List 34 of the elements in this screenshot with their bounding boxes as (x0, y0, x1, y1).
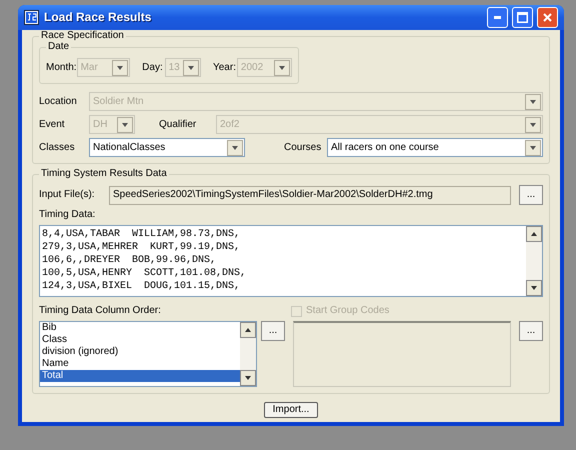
start-group-codes-label: Start Group Codes (306, 305, 390, 317)
field-label: Day: (142, 62, 164, 74)
list-item[interactable]: Total (40, 370, 240, 382)
app-icon (24, 10, 39, 25)
close-icon (543, 13, 552, 22)
browse-button[interactable]: ... (519, 185, 543, 205)
minimize-icon (494, 16, 501, 19)
classes-dropdown[interactable]: NationalClasses (89, 138, 245, 157)
field-label: Input File(s): (39, 189, 96, 201)
list-item[interactable]: Class (40, 334, 240, 346)
list-item[interactable]: Bib (40, 322, 240, 334)
field-label: Location (39, 96, 78, 108)
column-order-button[interactable]: ... (261, 321, 285, 341)
field-label: Year: (212, 62, 237, 74)
scrollbar[interactable] (240, 322, 256, 386)
field-label: Classes (39, 142, 76, 154)
field-label: Month: (46, 62, 77, 74)
list-item[interactable]: division (ignored) (40, 346, 240, 358)
window-title: Load Race Results (44, 10, 152, 25)
timing-data-label: Timing Data: (39, 209, 96, 221)
courses-dropdown[interactable]: All racers on one course (327, 138, 543, 157)
maximize-icon (517, 12, 528, 23)
list-item[interactable]: Name (40, 358, 240, 370)
maximize-button[interactable] (512, 7, 533, 28)
field-label: Qualifier (159, 118, 198, 130)
minimize-button[interactable] (487, 7, 508, 28)
group-title: Timing System Results Data (39, 168, 169, 180)
close-button[interactable] (537, 7, 558, 28)
group-title: Race Specification (39, 30, 126, 42)
input-file-field[interactable]: SpeedSeries2002\TimingSystemFiles\Soldier-Mar2002\SolderDH#2.tmg (109, 186, 511, 204)
import-button[interactable]: Import... (264, 402, 318, 418)
field-label: Courses (284, 142, 322, 154)
field-label: Event (39, 118, 66, 130)
column-order-label: Timing Data Column Order: (39, 305, 162, 317)
